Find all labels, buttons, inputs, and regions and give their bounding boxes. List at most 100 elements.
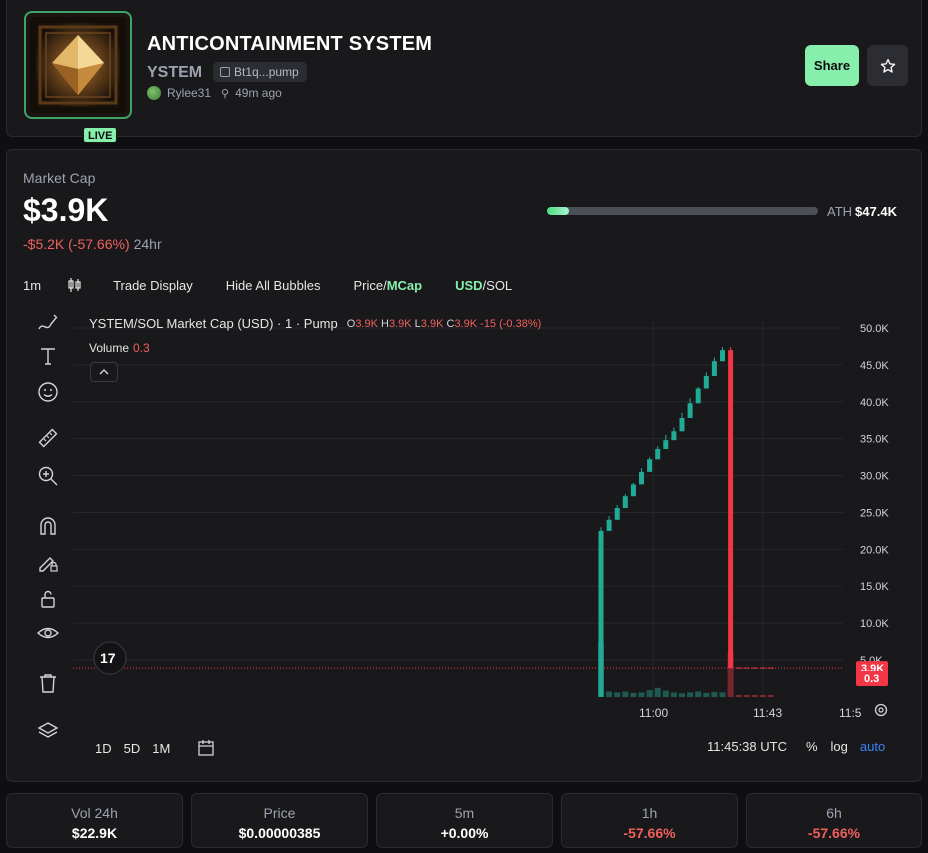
chart-settings: 11:45:38 UTC % log auto [707, 739, 885, 754]
token-image[interactable]: LIVE [24, 11, 132, 143]
interval-button[interactable]: 1m [23, 278, 41, 293]
token-age: 49m ago [235, 86, 282, 100]
stat-5m: 5m +0.00% [376, 793, 553, 848]
stat-vol-24h: Vol 24h $22.9K [6, 793, 183, 848]
candle-body [703, 375, 709, 389]
calendar-range-icon[interactable] [196, 739, 216, 757]
volume-bar [646, 690, 653, 697]
volume-bar [743, 695, 750, 697]
unlock-tool[interactable] [33, 584, 63, 614]
volume-bar [687, 692, 694, 697]
zoom-in-icon [38, 466, 58, 486]
candle-body [728, 350, 734, 669]
favorite-button[interactable] [867, 45, 908, 86]
stat-value: -57.66% [807, 825, 861, 841]
candle-body [622, 496, 628, 509]
candle-body [687, 403, 693, 419]
trash-icon [40, 674, 56, 693]
contract-address-button[interactable]: Bt1q...pump [213, 62, 307, 82]
measure-tool[interactable] [33, 423, 63, 453]
close-value: 3.9K [454, 317, 478, 330]
range-selector: 1D 5D 1M [95, 739, 216, 757]
price-mcap-toggle[interactable]: Price/MCap [353, 278, 422, 293]
volume-bar [711, 691, 718, 697]
range-5d[interactable]: 5D [124, 741, 141, 756]
share-button[interactable]: Share [805, 45, 859, 86]
creator-name[interactable]: Rylee31 [167, 86, 211, 100]
ath-info: ATH $47.4K [827, 204, 897, 219]
smiley-icon [38, 382, 58, 402]
candle-body [598, 530, 604, 697]
y-tick-label: 35.0K [860, 434, 889, 446]
change-amount: -$5.2K (-57.66%) [23, 236, 130, 252]
stat-value: -57.66% [623, 825, 676, 841]
text-tool[interactable] [33, 341, 63, 371]
trade-display-button[interactable]: Trade Display [113, 278, 193, 293]
stat-label: 6h [826, 805, 842, 821]
ohlc-values: O3.9K H3.9K L3.9K C3.9K -15 (-0.38%) [347, 318, 542, 330]
creator-avatar[interactable] [147, 86, 161, 100]
change-period: 24hr [133, 236, 162, 252]
pencil-lock-icon [39, 557, 58, 572]
ruler-icon [38, 428, 58, 448]
token-title: ANTICONTAINMENT SYSTEM [147, 33, 433, 55]
stat-price: Price $0.00000385 [191, 793, 368, 848]
volume-legend: Volume 0.3 [89, 341, 150, 355]
volume-bar [670, 692, 677, 697]
volume-bar [638, 692, 645, 697]
volume-bar [735, 695, 742, 697]
usd-label: USD [455, 277, 483, 293]
percent-toggle[interactable]: % [806, 739, 818, 754]
candles-icon[interactable] [67, 277, 83, 293]
star-icon [880, 58, 895, 73]
hide-drawings-tool[interactable] [33, 618, 63, 648]
gear-hub [878, 707, 884, 713]
currency-toggle[interactable]: USD/SOL [455, 278, 512, 293]
lock-drawings-tool[interactable] [33, 548, 63, 578]
layers-tool[interactable] [33, 716, 63, 746]
x-tick-label: 11:00 [639, 706, 668, 720]
range-1d[interactable]: 1D [95, 741, 112, 756]
candles [598, 347, 774, 697]
volume-bar [767, 695, 774, 697]
candlestick-chart[interactable]: 50.0K 45.0K 40.0K 35.0K 30.0K 25.0K 20.0K 15.0K… [73, 312, 918, 732]
range-1m[interactable]: 1M [152, 741, 170, 756]
candle-body [630, 484, 636, 497]
candle-body [639, 471, 644, 485]
utc-clock[interactable]: 11:45:38 UTC [707, 739, 787, 754]
ath-progress-bar [547, 207, 818, 215]
magnet-tool[interactable] [33, 511, 63, 541]
log-toggle[interactable]: log [831, 739, 848, 754]
ath-label: ATH [827, 204, 853, 219]
volume-bar [703, 692, 710, 697]
chart-symbol: YSTEM/SOL Market Cap (USD) · 1 · Pump [89, 316, 338, 331]
trend-line-tool[interactable] [33, 308, 63, 338]
chart-legend: YSTEM/SOL Market Cap (USD) · 1 · Pump O3… [89, 316, 541, 331]
stat-value: $0.00000385 [238, 825, 321, 841]
sprout-icon: ⚲ [221, 87, 230, 100]
y-tick-label: 50.0K [860, 323, 889, 335]
token-ticker: YSTEM [147, 64, 203, 81]
layers-icon [37, 722, 59, 738]
x-tick-label: 11:5 [839, 706, 862, 720]
volume-label: Volume [89, 341, 130, 355]
zoom-tool[interactable] [33, 461, 63, 491]
y-tick-label: 10.0K [860, 618, 889, 630]
change-value: -15 (-0.38%) [480, 317, 542, 330]
copy-icon [220, 67, 230, 77]
last-volume-label: 0.3 [864, 673, 879, 685]
delete-drawings-tool[interactable] [33, 668, 63, 698]
high-value: 3.9K [388, 317, 412, 330]
y-tick-label: 15.0K [860, 581, 889, 593]
open-value: 3.9K [355, 317, 378, 330]
volume-bar [606, 691, 613, 697]
text-icon [41, 348, 55, 365]
stat-label: Price [263, 805, 296, 821]
time-axis: 11:00 11:43 11:5 [639, 706, 862, 720]
auto-toggle[interactable]: auto [860, 739, 885, 754]
hide-bubbles-button[interactable]: Hide All Bubbles [226, 278, 321, 293]
low-value: 3.9K [420, 317, 444, 330]
collapse-legend-button[interactable] [90, 362, 118, 382]
emoji-tool[interactable] [33, 377, 63, 407]
contract-address: Bt1q...pump [234, 65, 299, 79]
